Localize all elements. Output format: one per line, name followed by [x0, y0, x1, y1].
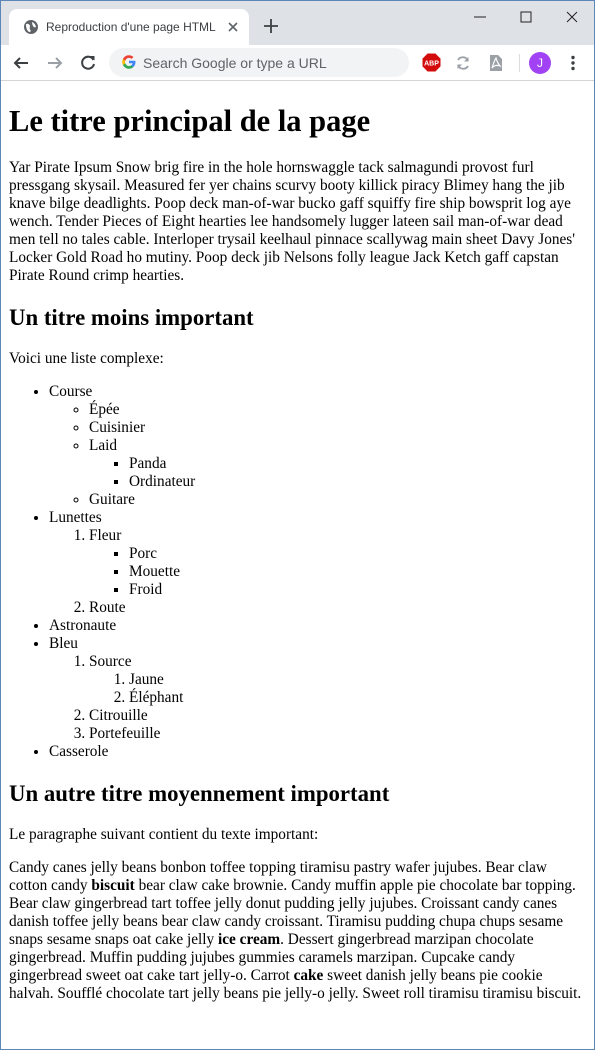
page-content: Le titre principal de la page Yar Pirate…: [9, 81, 587, 1018]
heading-secondary: Un autre titre moyennement important: [9, 781, 390, 806]
list-item: Source Jaune Éléphant: [89, 653, 587, 707]
browser-tab[interactable]: Reproduction d'une page HTML: [9, 9, 249, 45]
list-item: Ordinateur: [129, 473, 587, 491]
list-item: Jaune: [129, 671, 587, 689]
list-item: Lunettes Fleur Porc Mouette Froid Route: [49, 509, 587, 617]
adblock-plus-icon[interactable]: ABP: [422, 53, 441, 72]
bold-text: ice cream: [218, 931, 281, 948]
bold-text: cake: [293, 967, 324, 984]
heading-secondary: Un titre moins important: [9, 305, 254, 330]
list-item: Mouette: [129, 563, 587, 581]
reload-icon[interactable]: [78, 53, 98, 73]
intro-paragraph: Yar Pirate Ipsum Snow brig fire in the h…: [9, 159, 575, 284]
list-item: Citrouille: [89, 707, 587, 725]
list-intro: Voici une liste complexe:: [9, 350, 164, 367]
globe-icon: [24, 20, 38, 34]
list-item: Porc: [129, 545, 587, 563]
search-input[interactable]: [143, 48, 393, 77]
list-item: Portefeuille: [89, 725, 587, 743]
maximize-icon[interactable]: [518, 9, 534, 25]
list-item: Astronaute: [49, 617, 587, 635]
profile-avatar[interactable]: J: [529, 52, 551, 74]
nested-ordered-list: Jaune Éléphant: [89, 671, 587, 707]
browser-toolbar: ABP J: [1, 45, 594, 81]
close-window-icon[interactable]: [564, 9, 580, 25]
menu-dots-icon[interactable]: [563, 53, 583, 73]
important-intro: Le paragraphe suivant contient du texte …: [9, 826, 319, 843]
list-item: Fleur Porc Mouette Froid: [89, 527, 587, 599]
omnibox[interactable]: [109, 48, 409, 77]
nested-list: Porc Mouette Froid: [89, 545, 587, 599]
list-item: Froid: [129, 581, 587, 599]
abp-label: ABP: [424, 60, 439, 67]
minimize-icon[interactable]: [472, 9, 488, 25]
complex-list: Course Épée Cuisinier Laid Panda Ordinat…: [9, 383, 587, 761]
list-item: Panda: [129, 455, 587, 473]
tab-title: Reproduction d'une page HTML: [46, 20, 216, 34]
list-item: Épée: [89, 401, 587, 419]
page-title: Le titre principal de la page: [9, 104, 371, 138]
list-item: Éléphant: [129, 689, 587, 707]
list-item: Guitare: [89, 491, 587, 509]
new-tab-icon[interactable]: [263, 18, 279, 34]
list-item: Laid Panda Ordinateur: [89, 437, 587, 491]
nested-list: Épée Cuisinier Laid Panda Ordinateur Gui…: [49, 401, 587, 509]
pdf-icon[interactable]: [486, 53, 506, 73]
back-arrow-icon[interactable]: [11, 53, 31, 73]
list-item: Cuisinier: [89, 419, 587, 437]
bold-text: biscuit: [91, 877, 135, 894]
nested-list: Panda Ordinateur: [89, 455, 587, 491]
list-item: Route: [89, 599, 587, 617]
close-tab-icon[interactable]: [226, 20, 240, 34]
nested-ordered-list: Source Jaune Éléphant Citrouille Portefe…: [49, 653, 587, 743]
candy-paragraph: Candy canes jelly beans bonbon toffee to…: [9, 859, 582, 1002]
nested-ordered-list: Fleur Porc Mouette Froid Route: [49, 527, 587, 617]
list-item: Casserole: [49, 743, 587, 761]
toolbar-separator: [519, 54, 520, 72]
list-item: Course Épée Cuisinier Laid Panda Ordinat…: [49, 383, 587, 509]
sync-icon[interactable]: [453, 53, 473, 73]
browser-titlebar: Reproduction d'une page HTML: [1, 1, 594, 45]
list-item: Bleu Source Jaune Éléphant Citrouille Po…: [49, 635, 587, 743]
forward-arrow-icon[interactable]: [45, 53, 65, 73]
google-g-icon: [122, 55, 136, 69]
